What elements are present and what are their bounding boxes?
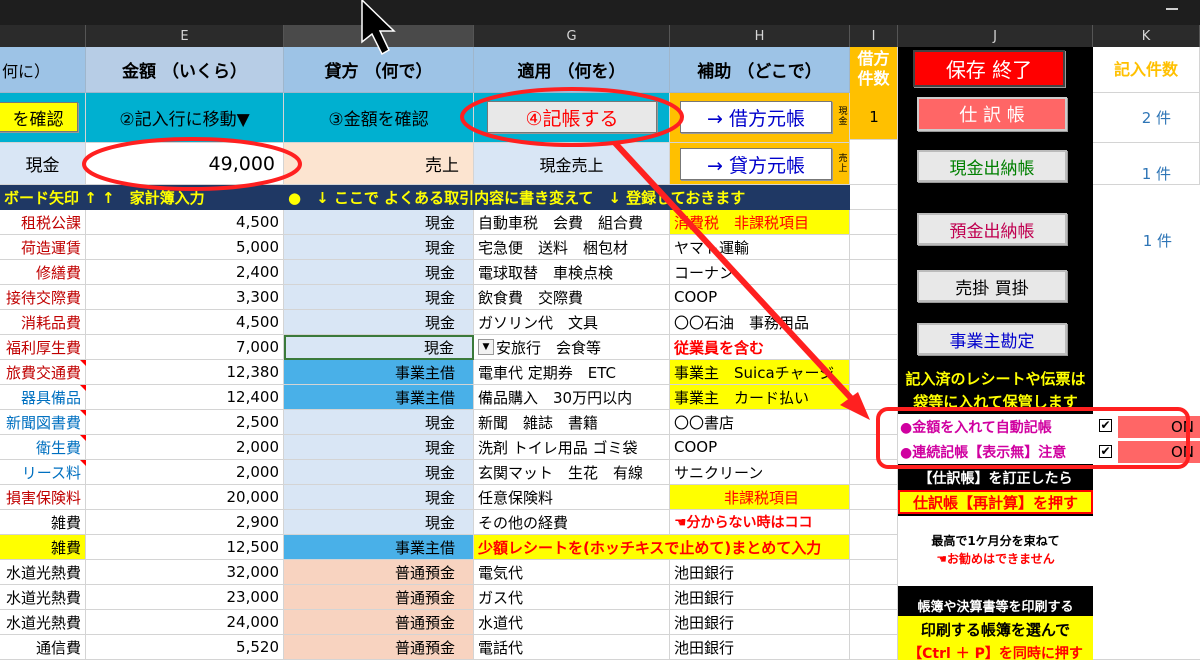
mouse-cursor-icon (361, 0, 396, 56)
options-highlight-box (876, 407, 1190, 469)
amount-highlight-ellipse (82, 137, 302, 191)
annotation-overlay (82, 0, 1190, 469)
guide-arrow-line (612, 140, 865, 413)
post-button-highlight-ellipse (460, 87, 684, 147)
guide-arrow-head (840, 392, 870, 420)
